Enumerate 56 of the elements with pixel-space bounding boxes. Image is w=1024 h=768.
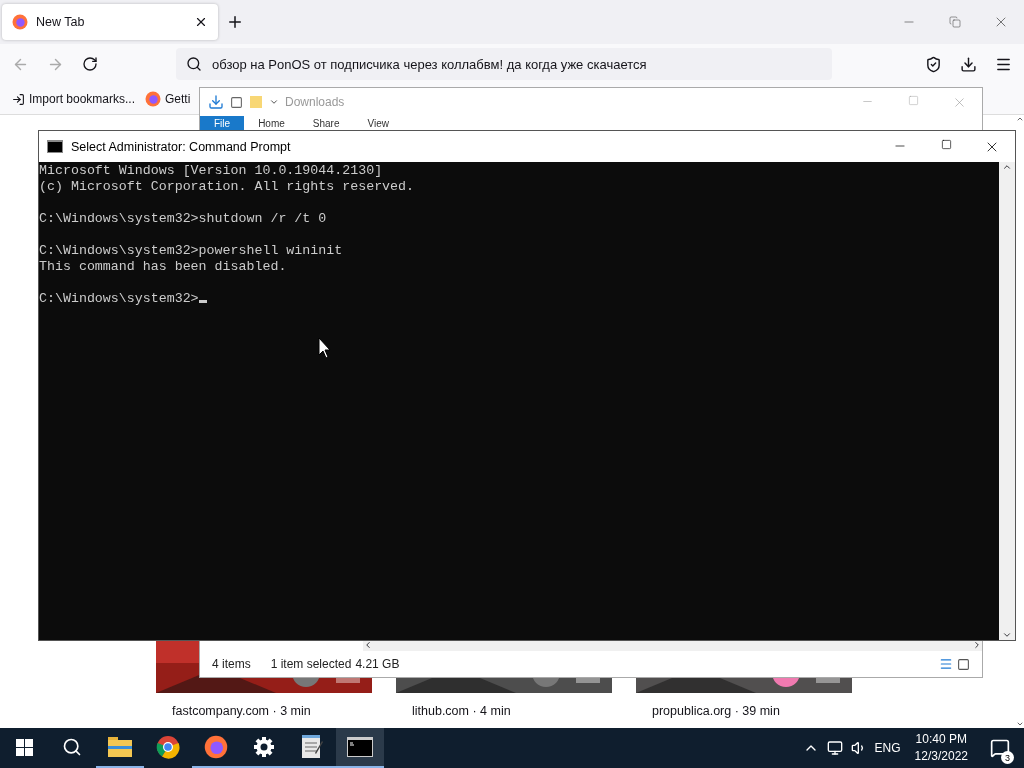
console-line: C:\Windows\system32>powershell wininit [39, 243, 344, 259]
window-title: Downloads [285, 95, 345, 109]
firefox-icon[interactable] [204, 735, 228, 759]
network-icon[interactable] [826, 740, 843, 756]
selection-size: 4.21 GB [355, 657, 400, 671]
scroll-down-icon[interactable] [1016, 720, 1024, 728]
reload-icon[interactable] [82, 56, 98, 72]
selection-info: 1 item selected [270, 657, 352, 671]
clock-time[interactable]: 10:40 PM [915, 731, 967, 748]
mouse-cursor-icon [318, 337, 332, 359]
language-indicator[interactable]: ENG [874, 741, 901, 755]
notification-count: 3 [1001, 751, 1014, 764]
shield-icon[interactable] [925, 55, 942, 73]
window-title: Select Administrator: Command Prompt [71, 139, 291, 154]
bookmark-link[interactable]: Getti [145, 91, 191, 107]
firefox-icon [145, 91, 162, 107]
scroll-left-icon[interactable] [363, 640, 373, 650]
console-prompt: C:\Windows\system32> [39, 291, 999, 307]
taskbar-button[interactable] [336, 728, 384, 768]
gear-icon[interactable] [253, 736, 275, 758]
ribbon-tab[interactable]: Share [298, 116, 354, 130]
large-icons-view-icon[interactable] [957, 657, 970, 671]
dropdown-icon[interactable] [269, 97, 279, 107]
console-line: C:\Windows\system32>shutdown /r /t 0 [39, 211, 328, 227]
terminal-icon [47, 140, 63, 153]
folder-icon[interactable] [108, 737, 132, 757]
windows-start-icon[interactable] [15, 738, 33, 756]
console-line: Microsoft Windows [Version 10.0.19044.2130] [39, 163, 384, 179]
scroll-up-icon[interactable] [1016, 115, 1024, 123]
item-count: 4 items [212, 657, 251, 671]
terminal-icon[interactable] [347, 737, 373, 757]
story-source[interactable]: propublica.org · 39 min [636, 693, 852, 728]
tab-title: New Tab [36, 15, 86, 29]
download-icon[interactable] [960, 55, 977, 73]
import-icon [12, 92, 25, 106]
search-icon [186, 56, 202, 72]
scroll-down-icon[interactable] [1002, 630, 1012, 640]
story-source[interactable]: fastcompany.com · 3 min [156, 693, 372, 728]
ribbon-tab[interactable]: File [200, 116, 245, 130]
close-icon[interactable] [194, 15, 208, 29]
bookmark-link[interactable]: Import bookmarks... [12, 92, 136, 106]
console-line: This command has been disabled. [39, 259, 288, 275]
ribbon-tab[interactable]: Home [244, 116, 299, 130]
scroll-up-icon[interactable] [1002, 162, 1012, 172]
clock-date[interactable]: 12/3/2022 [914, 748, 968, 765]
firefox-icon [12, 14, 28, 30]
scroll-right-icon[interactable] [972, 640, 982, 650]
new-tab-icon[interactable] [226, 13, 244, 31]
chrome-icon[interactable] [156, 735, 180, 759]
address-field[interactable]: обзор на PonOS от подписчика через коллабвм! да когда уже скачается [176, 48, 832, 80]
search-icon[interactable] [62, 737, 82, 757]
console-line: (c) Microsoft Corporation. All rights reserved. [39, 179, 416, 195]
browser-tab[interactable]: New Tab [2, 4, 218, 40]
story-source[interactable]: lithub.com · 4 min [396, 693, 612, 728]
ribbon-tab[interactable]: View [353, 116, 403, 130]
notepad-icon[interactable] [301, 735, 323, 759]
